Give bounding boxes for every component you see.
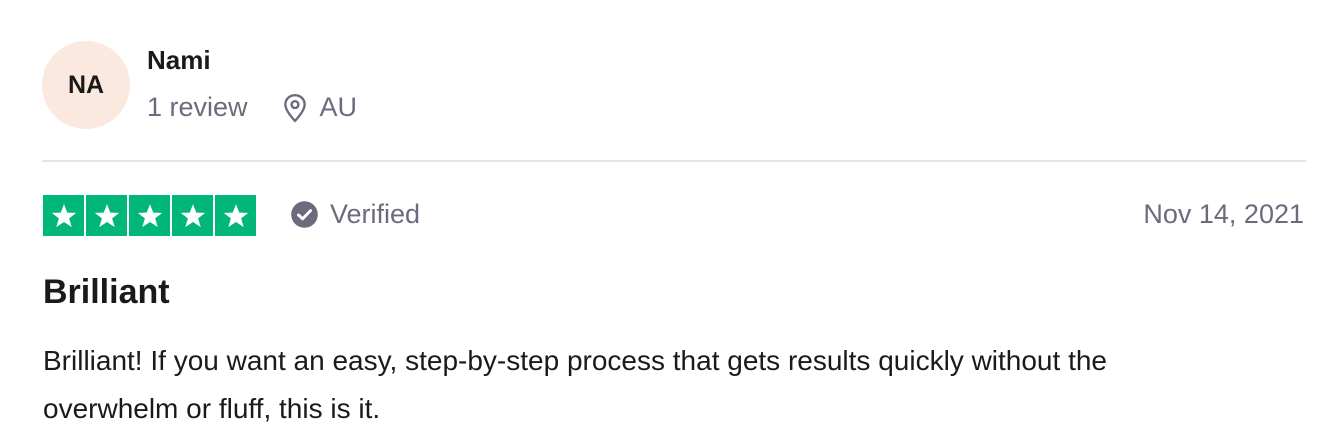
- avatar: NA: [42, 41, 130, 129]
- star-icon: [172, 195, 213, 236]
- avatar-initials: NA: [67, 70, 105, 99]
- review-count: 1 review: [147, 92, 248, 122]
- star-rating: [43, 195, 256, 236]
- divider: [42, 160, 1306, 162]
- check-circle-icon: [290, 200, 319, 229]
- verified-label: Verified: [330, 199, 421, 229]
- review-date: Nov 14, 2021: [1143, 199, 1304, 229]
- review-title[interactable]: Brilliant: [43, 273, 170, 312]
- star-icon: [215, 195, 256, 236]
- reviewer-location: AU: [319, 92, 358, 122]
- star-icon: [43, 195, 84, 236]
- star-icon: [86, 195, 127, 236]
- reviewer-meta: 1 review AU: [147, 92, 357, 123]
- verified-badge[interactable]: Verified: [290, 199, 420, 230]
- reviewer-name[interactable]: Nami: [147, 45, 211, 76]
- review-body: Brilliant! If you want an easy, step-by-…: [43, 345, 1107, 424]
- star-icon: [129, 195, 170, 236]
- location-pin-icon: [282, 93, 308, 123]
